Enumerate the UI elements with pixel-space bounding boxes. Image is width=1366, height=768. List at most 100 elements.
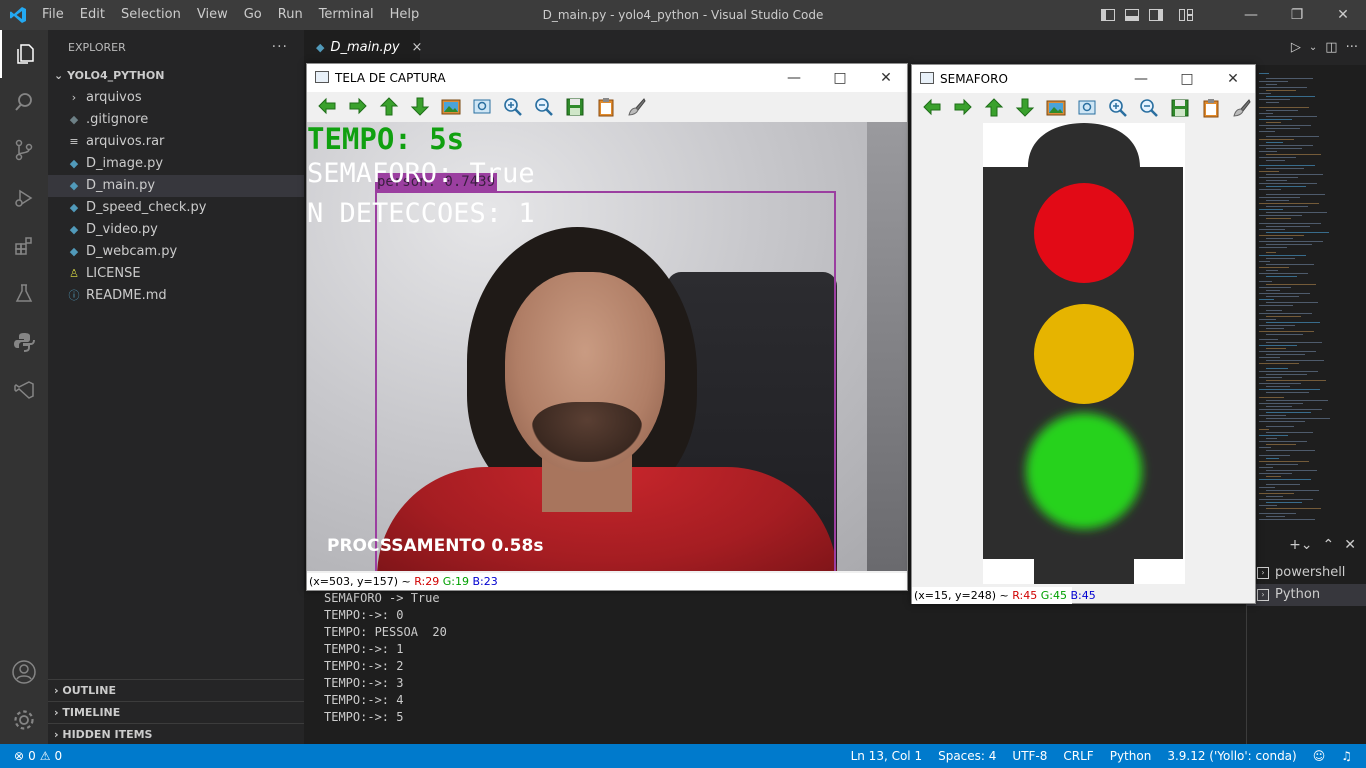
terminal-panel[interactable]: SEMAFORO -> True TEMPO:->: 0 TEMPO: PESSOA… bbox=[304, 590, 1246, 744]
new-terminal-icon[interactable]: +⌄ bbox=[1289, 537, 1312, 553]
menu-run[interactable]: Run bbox=[270, 0, 311, 30]
run-debug-icon[interactable] bbox=[0, 174, 48, 222]
testing-icon[interactable] bbox=[0, 270, 48, 318]
minimap-line bbox=[1259, 151, 1277, 152]
arrow-right-icon[interactable] bbox=[949, 95, 976, 121]
cursor-position[interactable]: Ln 13, Col 1 bbox=[843, 749, 931, 763]
search-icon[interactable] bbox=[0, 78, 48, 126]
tree-item[interactable]: ◆ D_webcam.py bbox=[48, 241, 304, 263]
zoom-fit-icon[interactable] bbox=[468, 94, 495, 120]
zoom-in-icon[interactable] bbox=[1104, 95, 1131, 121]
remote-explorer-icon[interactable] bbox=[0, 366, 48, 414]
tree-item[interactable]: ◆ D_video.py bbox=[48, 219, 304, 241]
hidden-items-section[interactable]: › HIDDEN ITEMS bbox=[48, 723, 304, 745]
toggle-panel-icon[interactable] bbox=[1120, 0, 1144, 30]
minimap-line bbox=[1266, 136, 1319, 137]
green-light bbox=[1026, 413, 1142, 529]
clipboard-icon[interactable] bbox=[592, 94, 619, 120]
menu-go[interactable]: Go bbox=[236, 0, 270, 30]
feedback-icon[interactable]: ☺ bbox=[1305, 749, 1334, 763]
arrow-left-icon[interactable] bbox=[313, 94, 340, 120]
close-button[interactable]: ✕ bbox=[863, 64, 909, 92]
timeline-section[interactable]: › TIMELINE bbox=[48, 701, 304, 723]
window-app-icon bbox=[920, 72, 934, 84]
brush-icon[interactable] bbox=[1228, 95, 1255, 121]
save-icon[interactable] bbox=[1166, 95, 1193, 121]
restore-button[interactable]: ❐ bbox=[1274, 0, 1320, 30]
arrow-up-icon[interactable] bbox=[980, 95, 1007, 121]
zoom-fit-icon[interactable] bbox=[1073, 95, 1100, 121]
python-icon[interactable] bbox=[0, 318, 48, 366]
maximize-button[interactable]: □ bbox=[817, 64, 863, 92]
arrow-down-icon[interactable] bbox=[1011, 95, 1038, 121]
editor-actions: ▷ ⌄ ◫ ··· bbox=[1291, 30, 1358, 65]
toggle-sidebar-icon[interactable] bbox=[1096, 0, 1120, 30]
close-button[interactable]: ✕ bbox=[1210, 65, 1256, 93]
menu-file[interactable]: File bbox=[34, 0, 72, 30]
menu-selection[interactable]: Selection bbox=[113, 0, 189, 30]
maximize-button[interactable]: □ bbox=[1164, 65, 1210, 93]
tree-item[interactable]: ≡ arquivos.rar bbox=[48, 131, 304, 153]
tab-d-main-py[interactable]: ◆ D_main.py × bbox=[304, 30, 423, 65]
tree-item[interactable]: › arquivos bbox=[48, 87, 304, 109]
tab-close-icon[interactable]: × bbox=[412, 40, 423, 55]
account-icon[interactable] bbox=[0, 648, 48, 696]
language-mode[interactable]: Python bbox=[1102, 749, 1160, 763]
source-control-icon[interactable] bbox=[0, 126, 48, 174]
tree-item[interactable]: ⓘ README.md bbox=[48, 285, 304, 307]
image-icon[interactable] bbox=[437, 94, 464, 120]
run-file-icon[interactable]: ▷ bbox=[1291, 40, 1301, 55]
minimap[interactable] bbox=[1255, 65, 1366, 525]
more-actions-icon[interactable]: ··· bbox=[272, 30, 288, 65]
arrow-left-icon[interactable] bbox=[918, 95, 945, 121]
close-panel-icon[interactable]: ✕ bbox=[1344, 537, 1356, 553]
tree-item[interactable]: ◆ D_image.py bbox=[48, 153, 304, 175]
tree-item[interactable]: ◆ D_speed_check.py bbox=[48, 197, 304, 219]
arrow-right-icon[interactable] bbox=[344, 94, 371, 120]
menu-help[interactable]: Help bbox=[382, 0, 428, 30]
arrow-up-icon[interactable] bbox=[375, 94, 402, 120]
more-actions-icon[interactable]: ··· bbox=[1346, 40, 1358, 55]
clipboard-icon[interactable] bbox=[1197, 95, 1224, 121]
image-icon[interactable] bbox=[1042, 95, 1069, 121]
notifications-icon[interactable]: ♫ bbox=[1333, 749, 1360, 763]
split-editor-icon[interactable]: ◫ bbox=[1325, 40, 1337, 55]
minimap-line bbox=[1266, 296, 1299, 297]
minimize-button[interactable]: — bbox=[1228, 0, 1274, 30]
brush-icon[interactable] bbox=[623, 94, 650, 120]
semaforo-title-bar: SEMAFORO — □ ✕ bbox=[912, 65, 1255, 93]
customize-layout-icon[interactable] bbox=[1174, 0, 1198, 30]
menu-view[interactable]: View bbox=[189, 0, 236, 30]
save-icon[interactable] bbox=[561, 94, 588, 120]
settings-gear-icon[interactable] bbox=[0, 696, 48, 744]
minimize-button[interactable]: — bbox=[771, 64, 817, 92]
zoom-out-icon[interactable] bbox=[1135, 95, 1162, 121]
zoom-in-icon[interactable] bbox=[499, 94, 526, 120]
tree-item[interactable]: ◆ .gitignore bbox=[48, 109, 304, 131]
indentation[interactable]: Spaces: 4 bbox=[930, 749, 1004, 763]
menu-terminal[interactable]: Terminal bbox=[311, 0, 382, 30]
minimize-button[interactable]: — bbox=[1118, 65, 1164, 93]
minimap-line bbox=[1259, 435, 1288, 436]
python-interpreter[interactable]: 3.9.12 ('Yollo': conda) bbox=[1159, 749, 1304, 763]
workspace-folder[interactable]: ⌄ YOLO4_PYTHON bbox=[48, 65, 304, 87]
outline-section[interactable]: › OUTLINE bbox=[48, 679, 304, 701]
problems-indicator[interactable]: ⊗ 0 ⚠ 0 bbox=[0, 744, 75, 768]
chevron-down-icon[interactable]: ⌄ bbox=[1309, 42, 1317, 53]
arrow-down-icon[interactable] bbox=[406, 94, 433, 120]
menu-edit[interactable]: Edit bbox=[72, 0, 113, 30]
end-of-line[interactable]: CRLF bbox=[1055, 749, 1101, 763]
minimap-line bbox=[1266, 438, 1277, 439]
close-button[interactable]: ✕ bbox=[1320, 0, 1366, 30]
extensions-icon[interactable] bbox=[0, 222, 48, 270]
maximize-panel-icon[interactable]: ⌃ bbox=[1323, 537, 1335, 553]
red-light bbox=[1034, 183, 1134, 283]
encoding[interactable]: UTF-8 bbox=[1004, 749, 1055, 763]
tree-item[interactable]: ♙ LICENSE bbox=[48, 263, 304, 285]
toggle-secondary-sidebar-icon[interactable] bbox=[1144, 0, 1168, 30]
terminal-powershell[interactable]: › powershell bbox=[1247, 562, 1366, 584]
zoom-out-icon[interactable] bbox=[530, 94, 557, 120]
terminal-python[interactable]: › Python bbox=[1247, 584, 1366, 606]
tree-item[interactable]: ◆ D_main.py bbox=[48, 175, 304, 197]
explorer-icon[interactable] bbox=[0, 30, 48, 78]
